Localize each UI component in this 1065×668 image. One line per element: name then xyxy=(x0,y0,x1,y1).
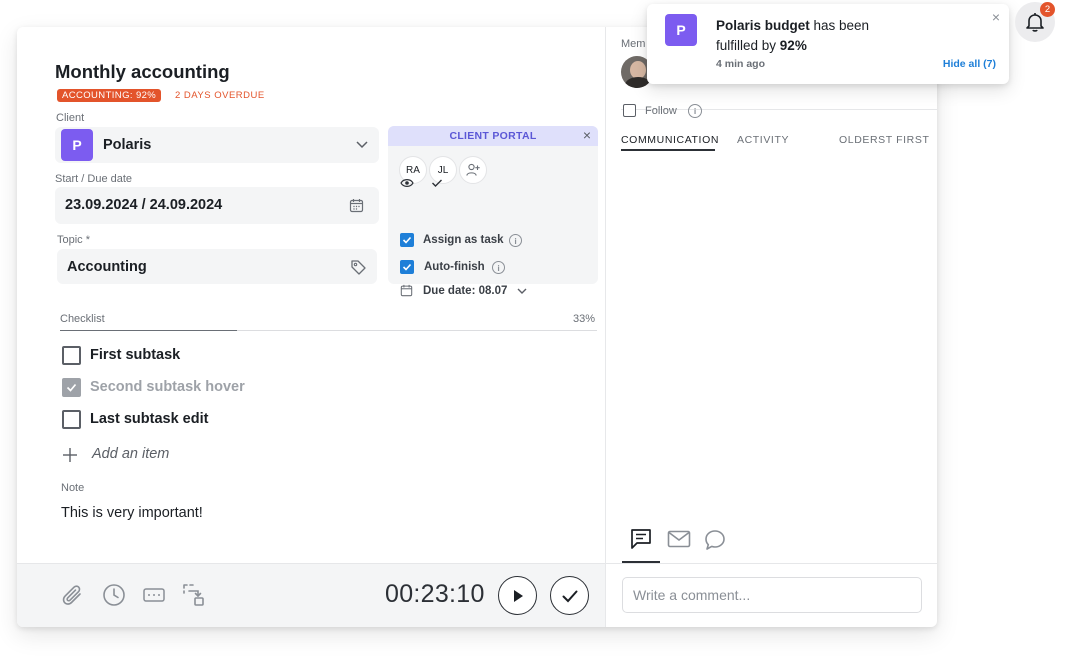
topic-label: Topic * xyxy=(57,234,91,246)
hide-all-link[interactable]: Hide all (7) xyxy=(943,58,996,70)
subtask-checkbox[interactable] xyxy=(62,378,81,397)
client-label: Client xyxy=(56,112,85,124)
note-text[interactable]: This is very important! xyxy=(61,505,203,521)
client-portal-header: CLIENT PORTAL × xyxy=(388,126,598,146)
auto-finish-checkbox[interactable] xyxy=(400,260,414,274)
checklist-label: Checklist xyxy=(60,313,105,325)
members-label: Mem xyxy=(621,38,646,50)
communication-panel: Mem Follow i COMMUNICATION ACTIVITY OLDE… xyxy=(605,27,937,627)
paperclip-icon[interactable] xyxy=(61,583,85,609)
check-icon xyxy=(562,590,577,602)
chevron-down-icon xyxy=(356,141,368,149)
tab-communication[interactable]: COMMUNICATION xyxy=(621,134,719,146)
subtask-checkbox[interactable] xyxy=(62,410,81,429)
note-label: Note xyxy=(61,482,85,494)
notification-time: 4 min ago xyxy=(716,58,766,70)
auto-finish-label: Auto-finish xyxy=(424,261,485,273)
eye-icon xyxy=(400,179,414,187)
date-range-field[interactable]: 23.09.2024 / 24.09.2024 xyxy=(55,187,379,224)
tab-indicator xyxy=(621,149,715,151)
notification-toast[interactable]: P Polaris budget has been fulfilled by 9… xyxy=(647,4,1009,84)
overdue-badge: 2 DAYS OVERDUE xyxy=(175,90,265,101)
info-icon[interactable]: i xyxy=(509,234,522,247)
task-details-panel: Monthly accounting ACCOUNTING: 92% 2 DAY… xyxy=(17,27,605,563)
task-footer: 00:23:10 xyxy=(17,563,605,627)
calendar-icon[interactable] xyxy=(349,198,364,213)
notification-line-1: Polaris budget has been xyxy=(716,18,869,33)
task-title[interactable]: Monthly accounting xyxy=(55,61,230,83)
add-user-icon xyxy=(466,163,480,176)
topic-field[interactable]: Accounting xyxy=(57,249,377,284)
portal-due-date-label: Due date: 08.07 xyxy=(423,285,508,297)
subtask-text[interactable]: Second subtask hover xyxy=(90,379,245,395)
tab-activity[interactable]: ACTIVITY xyxy=(737,134,789,146)
subtask-text[interactable]: Last subtask edit xyxy=(90,411,208,427)
comment-input[interactable] xyxy=(623,578,921,612)
assign-task-label: Assign as task xyxy=(423,234,504,246)
tag-icon xyxy=(351,260,366,275)
complete-task-button[interactable] xyxy=(550,576,589,615)
mail-icon[interactable] xyxy=(667,530,691,548)
plus-icon[interactable] xyxy=(62,447,78,463)
close-icon[interactable]: × xyxy=(583,127,591,143)
play-timer-button[interactable] xyxy=(498,576,537,615)
notification-subject: Polaris budget xyxy=(716,18,810,33)
add-member-button[interactable] xyxy=(459,156,487,184)
follow-checkbox[interactable] xyxy=(623,104,636,117)
chevron-down-icon xyxy=(517,288,527,294)
assign-task-checkbox[interactable] xyxy=(400,233,414,247)
calendar-icon xyxy=(400,284,413,297)
client-portal-title: CLIENT PORTAL xyxy=(449,130,537,142)
follow-label: Follow xyxy=(645,105,677,117)
checklist-percent: 33% xyxy=(573,313,596,325)
close-icon[interactable]: × xyxy=(992,9,1000,25)
subtask-checkbox[interactable] xyxy=(62,346,81,365)
check-icon xyxy=(432,179,442,187)
date-range-value: 23.09.2024 / 24.09.2024 xyxy=(65,197,223,213)
info-icon[interactable]: i xyxy=(688,104,702,118)
checklist-progress xyxy=(60,330,597,331)
move-icon[interactable] xyxy=(181,582,207,608)
clock-icon[interactable] xyxy=(102,583,126,607)
chat-icon[interactable] xyxy=(630,528,652,550)
card-icon[interactable] xyxy=(142,586,166,604)
client-select[interactable]: P Polaris xyxy=(55,127,379,163)
portal-due-date-dropdown[interactable]: Due date: 08.07 xyxy=(398,283,538,301)
divider xyxy=(606,563,937,564)
task-card: Monthly accounting ACCOUNTING: 92% 2 DAY… xyxy=(17,27,937,627)
comment-box[interactable] xyxy=(622,577,922,613)
subtask-text[interactable]: First subtask xyxy=(90,347,180,363)
comment-icon[interactable] xyxy=(704,529,726,551)
notification-count-badge: 2 xyxy=(1040,2,1055,17)
add-item-button[interactable]: Add an item xyxy=(92,446,169,462)
info-icon[interactable]: i xyxy=(492,261,505,274)
notification-percent: 92% xyxy=(779,38,807,53)
play-icon xyxy=(513,589,523,602)
dates-label: Start / Due date xyxy=(55,173,133,185)
notification-text-2: fulfilled by xyxy=(716,38,780,53)
notification-text: has been xyxy=(809,18,870,33)
client-portal-panel: CLIENT PORTAL × RA JL Assign as task i A… xyxy=(388,126,598,297)
client-name: Polaris xyxy=(103,137,152,153)
sort-order-button[interactable]: OLDERST FIRST xyxy=(839,134,929,146)
topic-value: Accounting xyxy=(67,259,147,275)
notification-avatar: P xyxy=(665,14,697,46)
notification-line-2: fulfilled by 92% xyxy=(716,38,807,53)
client-avatar: P xyxy=(61,129,93,161)
checklist-progress-fill xyxy=(60,330,238,331)
budget-badge: ACCOUNTING: 92% xyxy=(57,89,162,102)
timer-display: 00:23:10 xyxy=(385,580,485,608)
